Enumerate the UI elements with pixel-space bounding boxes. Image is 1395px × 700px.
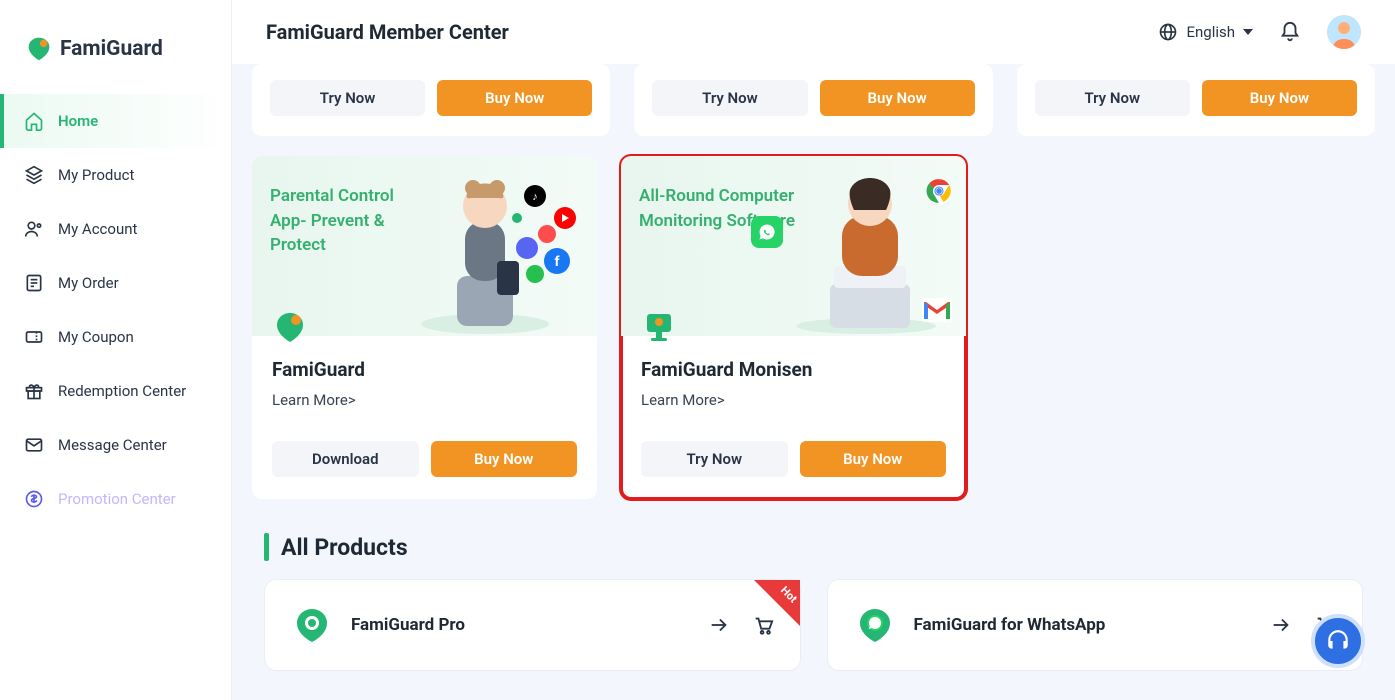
product-icon — [291, 604, 333, 646]
featured-card-monisen: All-Round Computer Monitoring Software — [621, 156, 966, 499]
whatsapp-icon — [751, 216, 783, 248]
headset-icon — [1325, 628, 1351, 654]
brand-name: FamiGuard — [60, 37, 163, 61]
sidebar-item-my-product[interactable]: My Product — [0, 148, 231, 202]
learn-more-link[interactable]: Learn More> — [641, 391, 946, 409]
sidebar-item-my-account[interactable]: My Account — [0, 202, 231, 256]
buy-now-button[interactable]: Buy Now — [431, 441, 578, 477]
language-selector[interactable]: English — [1158, 22, 1253, 42]
section-title: All Products — [281, 534, 408, 561]
brand-logo[interactable]: FamiGuard — [0, 0, 231, 94]
buy-now-button[interactable]: Buy Now — [1202, 80, 1357, 116]
learn-more-link[interactable]: Learn More> — [272, 391, 577, 409]
sidebar-item-redemption[interactable]: Redemption Center — [0, 364, 231, 418]
topbar: FamiGuard Member Center English — [232, 0, 1395, 64]
download-button[interactable]: Download — [272, 441, 419, 477]
product-card: Try Now Buy Now — [634, 64, 992, 136]
product-icon — [854, 604, 896, 646]
gmail-icon — [922, 298, 952, 322]
svg-text:♪: ♪ — [532, 190, 538, 203]
hero-illustration: f ♪ — [407, 166, 587, 336]
buy-now-button[interactable]: Buy Now — [437, 80, 592, 116]
product-logo-icon — [641, 310, 677, 346]
all-product-card[interactable]: FamiGuard for WhatsApp — [827, 579, 1364, 671]
product-title: FamiGuard Monisen — [641, 358, 946, 381]
sidebar-item-my-coupon[interactable]: My Coupon — [0, 310, 231, 364]
chevron-down-icon — [1243, 29, 1253, 35]
all-product-card[interactable]: FamiGuard Pro Hot — [264, 579, 801, 671]
sidebar: FamiGuard Home My Product My Account My … — [0, 0, 232, 700]
product-card: Try Now Buy Now — [252, 64, 610, 136]
product-name: FamiGuard Pro — [351, 615, 465, 635]
sidebar-item-label: Message Center — [58, 436, 167, 454]
try-now-button[interactable]: Try Now — [270, 80, 425, 116]
notifications-button[interactable] — [1279, 21, 1301, 43]
product-name: FamiGuard for WhatsApp — [914, 615, 1106, 635]
buy-now-button[interactable]: Buy Now — [820, 80, 975, 116]
buy-now-button[interactable]: Buy Now — [800, 441, 947, 477]
sidebar-item-label: My Order — [58, 274, 119, 292]
section-accent-bar — [264, 533, 269, 561]
avatar-icon — [1327, 15, 1361, 49]
globe-icon — [1158, 22, 1178, 42]
all-products-row: FamiGuard Pro Hot FamiGuard for WhatsApp — [252, 579, 1375, 671]
product-title: FamiGuard — [272, 358, 577, 381]
page-title: FamiGuard Member Center — [266, 20, 509, 44]
sidebar-item-label: My Product — [58, 166, 134, 184]
child-phone-illustration: f ♪ — [407, 166, 587, 336]
hero-banner: All-Round Computer Monitoring Software — [621, 156, 966, 336]
sidebar-item-my-order[interactable]: My Order — [0, 256, 231, 310]
try-now-button[interactable]: Try Now — [652, 80, 807, 116]
logo-icon — [24, 34, 54, 64]
hero-banner: Parental Control App- Prevent & Protect — [252, 156, 597, 336]
sidebar-item-promotion[interactable]: Promotion Center — [0, 472, 231, 526]
sidebar-item-label: My Coupon — [58, 328, 134, 346]
sidebar-nav: Home My Product My Account My Order My C… — [0, 94, 231, 526]
sidebar-item-label: My Account — [58, 220, 137, 238]
user-icon — [24, 219, 44, 239]
main: FamiGuard Member Center English — [232, 0, 1395, 700]
try-now-button[interactable]: Try Now — [641, 441, 788, 477]
featured-card-famiguard: Parental Control App- Prevent & Protect — [252, 156, 597, 499]
arrow-right-icon[interactable] — [708, 614, 730, 636]
sidebar-item-home[interactable]: Home — [0, 94, 231, 148]
language-label: English — [1186, 23, 1235, 41]
chrome-icon — [926, 178, 952, 204]
sidebar-item-label: Redemption Center — [58, 382, 186, 400]
sidebar-item-label: Home — [58, 112, 98, 130]
featured-row: Parental Control App- Prevent & Protect — [252, 156, 1375, 499]
hot-badge: Hot — [754, 580, 800, 626]
content-area: Try Now Buy Now Try Now Buy Now Try Now … — [232, 64, 1395, 700]
coupon-icon — [24, 327, 44, 347]
gift-icon — [24, 381, 44, 401]
order-icon — [24, 273, 44, 293]
dollar-icon — [24, 489, 44, 509]
sidebar-item-message[interactable]: Message Center — [0, 418, 231, 472]
mail-icon — [24, 435, 44, 455]
layers-icon — [24, 165, 44, 185]
bell-icon — [1279, 21, 1301, 43]
arrow-right-icon[interactable] — [1270, 614, 1292, 636]
avatar[interactable] — [1327, 15, 1361, 49]
try-now-button[interactable]: Try Now — [1035, 80, 1190, 116]
hero-text: Parental Control App- Prevent & Protect — [270, 184, 430, 258]
product-card: Try Now Buy Now — [1017, 64, 1375, 136]
top-cards-row: Try Now Buy Now Try Now Buy Now Try Now … — [252, 64, 1375, 136]
section-header: All Products — [264, 533, 1375, 561]
product-logo-icon — [272, 310, 308, 346]
sidebar-item-label: Promotion Center — [58, 490, 176, 508]
home-icon — [24, 111, 44, 131]
chat-support-button[interactable] — [1311, 614, 1365, 668]
